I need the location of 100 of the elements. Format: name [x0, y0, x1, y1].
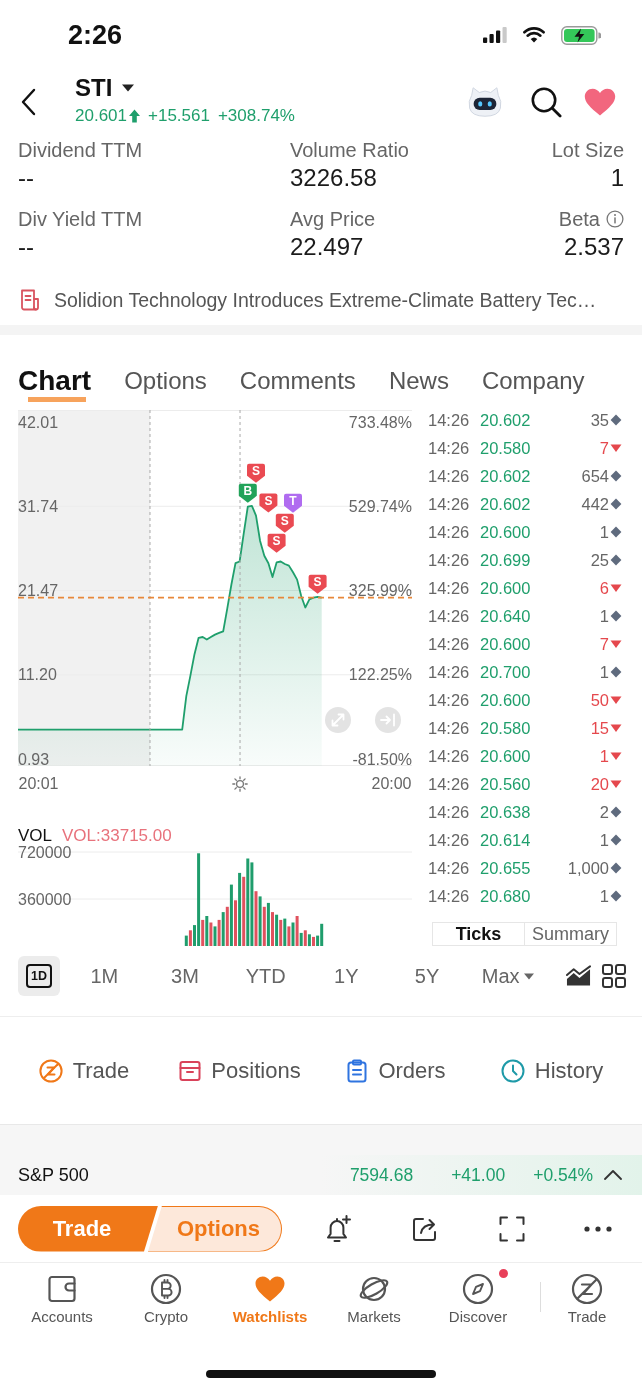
diamond-icon — [610, 554, 622, 566]
diamond-icon — [610, 414, 622, 426]
index-value: 7594.68 — [349, 1164, 414, 1186]
action-button[interactable]: Trade — [6, 1056, 162, 1085]
tick-volume: 35 — [590, 410, 609, 430]
tick-price: 20.580 — [480, 438, 532, 458]
down-triangle-icon — [610, 722, 622, 734]
tick-time: 14:26 — [428, 690, 471, 710]
period-tab[interactable]: 5Y — [386, 956, 468, 996]
tick-volume: 654 — [581, 466, 609, 486]
tick-volume: 1 — [599, 662, 609, 682]
stat-label: Lot Size — [551, 138, 624, 163]
period-tab[interactable]: 1Y — [306, 956, 387, 996]
axis-label: 11.20 — [18, 666, 57, 684]
info-icon[interactable] — [606, 210, 624, 228]
tick-volume: 20 — [590, 774, 609, 794]
caret-icon[interactable] — [122, 84, 135, 92]
tick-volume: 1 — [599, 522, 609, 542]
percent-change: +308.74% — [217, 105, 295, 127]
down-triangle-icon — [610, 442, 622, 454]
section-tab[interactable]: Comments — [239, 365, 356, 397]
section-tab[interactable]: Options — [124, 365, 207, 397]
tick-time: 14:26 — [428, 438, 471, 458]
tick-volume: 1 — [599, 886, 609, 906]
stat-value: -- — [18, 232, 34, 262]
period-tab[interactable]: 3M — [144, 956, 226, 996]
down-triangle-icon — [610, 638, 622, 650]
tray-icon — [179, 1059, 202, 1082]
axis-label: 31.74 — [18, 497, 59, 515]
tick-time: 14:26 — [428, 634, 471, 654]
diamond-icon — [610, 834, 622, 846]
chevron-up-icon[interactable] — [604, 1170, 622, 1180]
tick-time: 14:26 — [428, 886, 471, 906]
time-axis-label: 20:01 — [18, 774, 59, 794]
percent-axis-label: -81.50% — [352, 750, 412, 768]
down-triangle-icon — [610, 582, 622, 594]
area-chart-icon[interactable] — [566, 965, 592, 987]
action-button[interactable]: Positions — [162, 1056, 318, 1085]
status-time: 2:26 — [68, 19, 123, 51]
period-tab[interactable]: YTD — [225, 956, 306, 996]
panel-tab[interactable]: Ticks — [433, 923, 524, 945]
tick-price: 20.680 — [480, 886, 532, 906]
tick-price: 20.602 — [480, 410, 532, 430]
tick-volume: 442 — [581, 494, 609, 514]
nav-tab[interactable]: Crypto — [114, 1263, 218, 1326]
tick-time: 14:26 — [428, 522, 471, 542]
index-change: +41.00 — [451, 1164, 506, 1186]
section-tab[interactable]: Company — [481, 365, 585, 397]
search-icon[interactable] — [530, 86, 562, 118]
action-button[interactable]: History — [474, 1056, 630, 1085]
tick-volume: 1 — [599, 830, 609, 850]
more-icon[interactable] — [584, 1225, 613, 1232]
tick-volume: 2 — [599, 802, 609, 822]
nav-tab[interactable]: Markets — [322, 1263, 426, 1326]
down-triangle-icon — [610, 778, 622, 790]
period-tab[interactable]: Max — [467, 956, 549, 996]
clipboard-icon — [346, 1058, 369, 1083]
axis-label: 360000 — [18, 890, 72, 908]
tick-time: 14:26 — [428, 774, 471, 794]
axis-label: 0.93 — [18, 750, 50, 768]
tick-price: 20.700 — [480, 662, 532, 682]
tick-volume: 1,000 — [567, 858, 609, 878]
trade-marker: B — [238, 483, 257, 503]
down-triangle-icon — [610, 750, 622, 762]
trade-marker: S — [308, 574, 327, 594]
panel-tab[interactable]: Summary — [524, 923, 616, 945]
wallet-icon — [46, 1273, 78, 1305]
grid-icon[interactable] — [602, 964, 627, 988]
stat-value: 2.537 — [563, 232, 624, 262]
stock-symbol[interactable]: STI — [75, 74, 113, 102]
nav-tab[interactable]: Discover — [426, 1263, 530, 1326]
percent-axis-label: 325.99% — [348, 582, 412, 599]
diamond-icon — [610, 890, 622, 902]
tick-price: 20.600 — [480, 746, 532, 766]
robot-icon[interactable] — [466, 84, 504, 120]
heart-icon[interactable] — [584, 88, 616, 116]
index-ticker-bar[interactable]: S&P 500 7594.68 +41.00 +0.54% — [0, 1125, 642, 1195]
section-tab[interactable]: News — [388, 365, 449, 397]
nav-tab[interactable]: Accounts — [10, 1263, 114, 1326]
fullscreen-icon[interactable] — [498, 1215, 525, 1242]
back-icon[interactable] — [20, 88, 36, 116]
news-headline[interactable]: Solidion Technology Introduces Extreme-Climate Battery Tec… — [54, 287, 597, 313]
trade-marker: S — [247, 463, 265, 483]
period-tab[interactable]: 1M — [64, 956, 145, 996]
tick-volume: 7 — [599, 438, 609, 458]
last-price: 20.601 — [75, 105, 127, 127]
percent-axis-label: 733.48% — [348, 413, 412, 431]
period-tab[interactable]: 1D — [18, 956, 60, 996]
volume-title: VOL — [18, 826, 53, 846]
tick-volume: 6 — [599, 578, 609, 598]
volume-reading: VOL:33715.00 — [62, 826, 172, 846]
wifi-icon — [523, 27, 545, 43]
diamond-icon — [610, 862, 622, 874]
time-axis-label: 20:00 — [371, 774, 412, 794]
document-icon — [20, 289, 40, 311]
tick-volume: 1 — [599, 746, 609, 766]
tick-price: 20.602 — [480, 494, 532, 514]
nav-tab[interactable]: Trade — [541, 1263, 633, 1326]
action-button[interactable]: Orders — [318, 1056, 474, 1085]
stat-value: 3226.58 — [290, 163, 377, 193]
